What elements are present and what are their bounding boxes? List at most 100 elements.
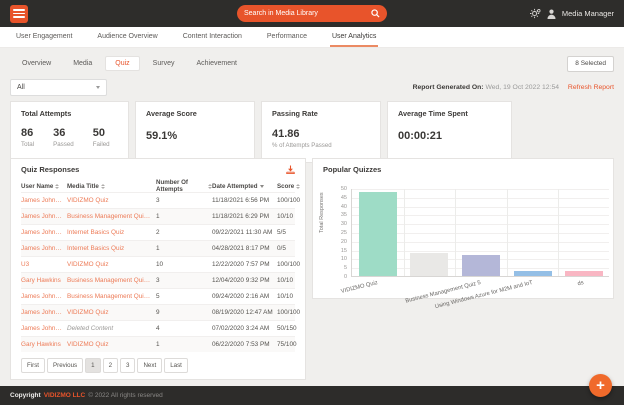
- user-name-link[interactable]: James Johnson: [21, 245, 67, 252]
- score-cell: 0/5: [277, 245, 295, 252]
- table-row: James JohnsonVIDIZMO Quiz311/18/2021 6:5…: [21, 192, 295, 208]
- footer-brand-link[interactable]: VIDIZMO LLC: [44, 392, 86, 399]
- report-generated-label: Report Generated On:: [413, 84, 484, 91]
- media-title-link[interactable]: VIDIZMO Quiz: [67, 341, 156, 348]
- user-name-link[interactable]: James Johnson: [21, 325, 67, 332]
- download-icon[interactable]: [286, 165, 295, 174]
- column-label: Media Title: [67, 183, 99, 190]
- y-tick-label: 50: [323, 186, 347, 192]
- filter-dropdown-value: All: [17, 84, 25, 91]
- column-header-number-of-attempts[interactable]: Number Of Attempts: [156, 179, 212, 193]
- y-tick-label: 25: [323, 230, 347, 236]
- page-button-3[interactable]: 3: [120, 358, 135, 373]
- passing-rate-sublabel: % of Attempts Passed: [272, 142, 370, 149]
- sub-tab-quiz[interactable]: Quiz: [105, 56, 139, 71]
- sub-tab-media[interactable]: Media: [73, 57, 92, 70]
- page-button-last[interactable]: Last: [164, 358, 188, 373]
- date-attempted-cell: 11/18/2021 6:29 PM: [212, 213, 277, 220]
- media-title-link[interactable]: VIDIZMO Quiz: [67, 197, 156, 204]
- bar-unlabeled[interactable]: [410, 253, 448, 276]
- search-input[interactable]: Search in Media Library: [237, 5, 387, 22]
- date-attempted-cell: 12/22/2020 7:57 PM: [212, 261, 277, 268]
- user-name-link[interactable]: James Johnson: [21, 293, 67, 300]
- bar-ds[interactable]: [565, 271, 603, 276]
- report-generated-value: Wed, 19 Oct 2022 12:54: [485, 84, 559, 91]
- sub-tab-achievement[interactable]: Achievement: [196, 57, 236, 70]
- sub-tab-overview[interactable]: Overview: [22, 57, 51, 70]
- y-tick-label: 0: [323, 274, 347, 280]
- footer-rights-text: © 2022 All rights reserved: [88, 392, 163, 399]
- popular-quizzes-title: Popular Quizzes: [323, 165, 603, 174]
- quiz-responses-panel: Quiz Responses User NameMedia TitleNumbe…: [10, 158, 306, 380]
- nav-tab-user-engagement[interactable]: User Engagement: [14, 27, 74, 47]
- stat-value: 36: [53, 127, 74, 139]
- date-attempted-cell: 11/18/2021 6:56 PM: [212, 197, 277, 204]
- chevron-down-icon: [96, 86, 100, 89]
- page-button-next[interactable]: Next: [137, 358, 162, 373]
- sort-desc-icon[interactable]: [260, 185, 264, 188]
- bar-using-windows-azure-for-m2m-and-iot[interactable]: [514, 271, 552, 276]
- sub-tab-survey[interactable]: Survey: [153, 57, 175, 70]
- page-button-first[interactable]: First: [21, 358, 45, 373]
- sort-icon[interactable]: [296, 184, 300, 189]
- y-tick-label: 35: [323, 212, 347, 218]
- bar-vidizmo-quiz[interactable]: [359, 192, 397, 276]
- media-title-link[interactable]: Internet Basics Quiz: [67, 229, 156, 236]
- attempts-cell: 5: [156, 293, 212, 300]
- column-header-user-name[interactable]: User Name: [21, 183, 67, 190]
- score-cell: 75/100: [277, 341, 297, 348]
- column-header-score[interactable]: Score: [277, 183, 300, 190]
- attempts-cell: 2: [156, 229, 212, 236]
- hamburger-menu-button[interactable]: [10, 5, 28, 23]
- column-header-date-attempted[interactable]: Date Attempted: [212, 183, 277, 190]
- user-name-link[interactable]: James Johnson: [21, 309, 67, 316]
- column-header-media-title[interactable]: Media Title: [67, 183, 156, 190]
- nav-tab-performance[interactable]: Performance: [265, 27, 309, 47]
- average-time-card: Average Time Spent 00:00:21: [387, 101, 512, 163]
- attempts-cell: 4: [156, 325, 212, 332]
- column-label: User Name: [21, 183, 53, 190]
- user-menu-label[interactable]: Media Manager: [562, 9, 614, 18]
- selected-count-button[interactable]: 8 Selected: [567, 56, 614, 72]
- average-score-card: Average Score 59.1%: [135, 101, 255, 163]
- nav-tab-content-interaction[interactable]: Content Interaction: [181, 27, 244, 47]
- attempts-cell: 1: [156, 245, 212, 252]
- media-title-link[interactable]: Business Management Quiz 3: [67, 213, 156, 220]
- nav-tab-audience-overview[interactable]: Audience Overview: [95, 27, 159, 47]
- sub-nav-tabs: Overview Media Quiz Survey Achievement 8 Sel…: [0, 55, 624, 72]
- media-title-link[interactable]: Business Management Quiz 5: [67, 277, 156, 284]
- user-avatar-icon[interactable]: [547, 9, 556, 19]
- footer-copyright-label: Copyright: [10, 392, 41, 399]
- attempts-cell: 3: [156, 277, 212, 284]
- filter-dropdown[interactable]: All: [10, 79, 107, 96]
- passing-rate-value: 41.86: [272, 128, 370, 140]
- media-title-link[interactable]: Business Management Quiz 5: [67, 293, 156, 300]
- user-name-link[interactable]: U3: [21, 261, 67, 268]
- attempts-cell: 1: [156, 341, 212, 348]
- user-name-link[interactable]: Gary Hawkins: [21, 341, 67, 348]
- user-name-link[interactable]: James Johnson: [21, 197, 67, 204]
- page-button-2[interactable]: 2: [103, 358, 118, 373]
- bar-business-management-quiz-5[interactable]: [462, 255, 500, 276]
- filter-row: All Report Generated On: Wed, 19 Oct 202…: [0, 79, 624, 96]
- sort-icon[interactable]: [101, 184, 105, 189]
- table-body: James JohnsonVIDIZMO Quiz311/18/2021 6:5…: [21, 192, 295, 352]
- stat-total: 86Total: [21, 127, 34, 148]
- user-name-link[interactable]: James Johnson: [21, 229, 67, 236]
- media-title-link[interactable]: VIDIZMO Quiz: [67, 309, 156, 316]
- sort-icon[interactable]: [55, 184, 59, 189]
- user-name-link[interactable]: James Johnson: [21, 213, 67, 220]
- search-icon[interactable]: [371, 9, 380, 18]
- add-button[interactable]: +: [589, 374, 612, 397]
- total-attempts-title: Total Attempts: [21, 109, 118, 118]
- media-title-link[interactable]: Internet Basics Quiz: [67, 245, 156, 252]
- page-button-1[interactable]: 1: [85, 358, 100, 373]
- settings-icon[interactable]: [530, 8, 541, 19]
- score-cell: 100/100: [277, 261, 300, 268]
- attempts-cell: 10: [156, 261, 212, 268]
- nav-tab-user-analytics[interactable]: User Analytics: [330, 27, 378, 47]
- page-button-previous[interactable]: Previous: [47, 358, 83, 373]
- refresh-report-link[interactable]: Refresh Report: [568, 84, 614, 91]
- user-name-link[interactable]: Gary Hawkins: [21, 277, 67, 284]
- media-title-link[interactable]: VIDIZMO Quiz: [67, 261, 156, 268]
